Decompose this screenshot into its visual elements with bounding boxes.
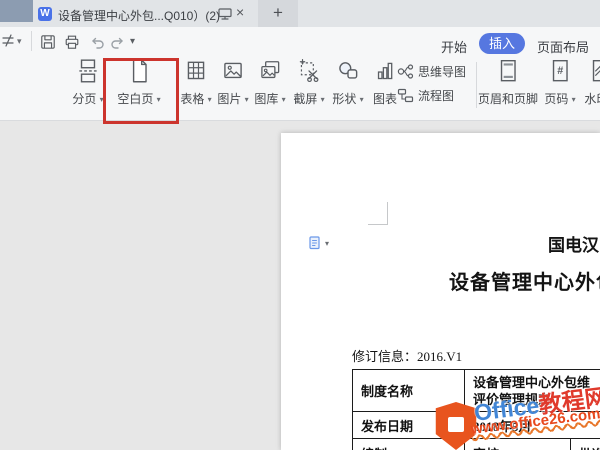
gallery-label: 图库 [254,92,278,106]
undo-icon[interactable] [90,36,105,49]
watermark-button[interactable]: 水印 ▾ [578,58,600,114]
office-logo-hole [448,417,464,432]
blank-page-button[interactable]: 空白页 ▾ [107,58,171,114]
dropdown-arrow-icon: ▾ [321,95,325,104]
window-corner-block [0,0,33,22]
tab-home[interactable]: 开始 [441,37,467,56]
blank-page-label: 空白页 [117,92,153,106]
page-number-icon: # [548,58,572,85]
chevron-down-icon[interactable]: ▾ [17,36,22,47]
chart-icon [373,58,397,85]
divider [476,62,477,108]
flowchart-label: 流程图 [418,87,454,104]
watermark-icon [588,58,600,85]
split-screen-icon[interactable] [218,8,232,20]
table-label: 表格 [180,92,204,106]
chart-label: 图表 [373,92,397,106]
page-number-button[interactable]: # 页码 ▾ [538,58,582,114]
truncated-toolbar-icon[interactable] [1,33,16,50]
screenshot-label: 截屏 [293,92,317,106]
tab-bar: W 设备管理中心外包...Q010）(2) × + [0,0,600,27]
document-tab-title[interactable]: 设备管理中心外包...Q010）(2) [58,7,220,24]
close-tab-icon[interactable]: × [236,4,244,20]
paste-options-icon[interactable] [308,235,322,250]
shapes-label: 形状 [332,92,356,106]
table-icon [184,58,208,85]
print-icon[interactable] [64,34,80,50]
wps-app-icon: W [38,7,52,21]
flowchart-button[interactable]: 流程图 [397,87,454,104]
header-footer-button[interactable]: 页眉和页脚 [478,58,538,114]
shapes-icon [336,58,360,85]
table-row: 编制 审核 批准 [353,439,600,450]
picture-icon [221,58,245,85]
dropdown-arrow-icon: ▾ [157,95,161,104]
page-break-icon [76,58,100,85]
screenshot-icon [297,58,321,85]
header-footer-label: 页眉和页脚 [478,92,538,106]
save-icon[interactable] [40,34,56,50]
cell-reviewed-by: 审核 [465,439,571,450]
mind-map-button[interactable]: 思维导图 [397,63,466,80]
redo-icon[interactable] [110,36,125,49]
page-number-label: 页码 [544,92,568,106]
wps-writer-window: W 设备管理中心外包...Q010）(2) × + ▾ ▾ 开始 插入 页面布局 [0,0,600,450]
page-break-button[interactable]: 分页 ▾ [64,58,112,114]
mind-map-icon [397,64,414,79]
tab-page-layout[interactable]: 页面布局 [537,37,589,56]
new-tab-button[interactable]: + [258,0,298,27]
flowchart-icon [397,88,414,103]
doc-revision-line: 修订信息：2016.V1 [352,346,462,365]
picture-label: 图片 [217,92,241,106]
page-break-label: 分页 [72,92,96,106]
watermark-label: 水印 [584,92,600,106]
hash-glyph: # [557,65,563,77]
cell-approved-by: 批准 [571,439,600,450]
doc-heading-line1: 国电汉 [548,231,599,256]
margin-corner-mark [368,202,388,225]
blank-page-icon [127,58,151,85]
doc-heading-line2: 设备管理中心外包 [449,266,600,295]
paste-options-arrow-icon[interactable]: ▾ [325,239,329,248]
dropdown-arrow-icon: ▾ [572,95,576,104]
image-gallery-icon [258,58,282,85]
tab-insert[interactable]: 插入 [479,33,525,54]
mind-map-label: 思维导图 [418,63,466,80]
quickbar-more-icon[interactable]: ▾ [130,36,135,47]
header-footer-icon [496,58,520,85]
dropdown-arrow-icon: ▾ [100,95,104,104]
divider [31,31,32,51]
